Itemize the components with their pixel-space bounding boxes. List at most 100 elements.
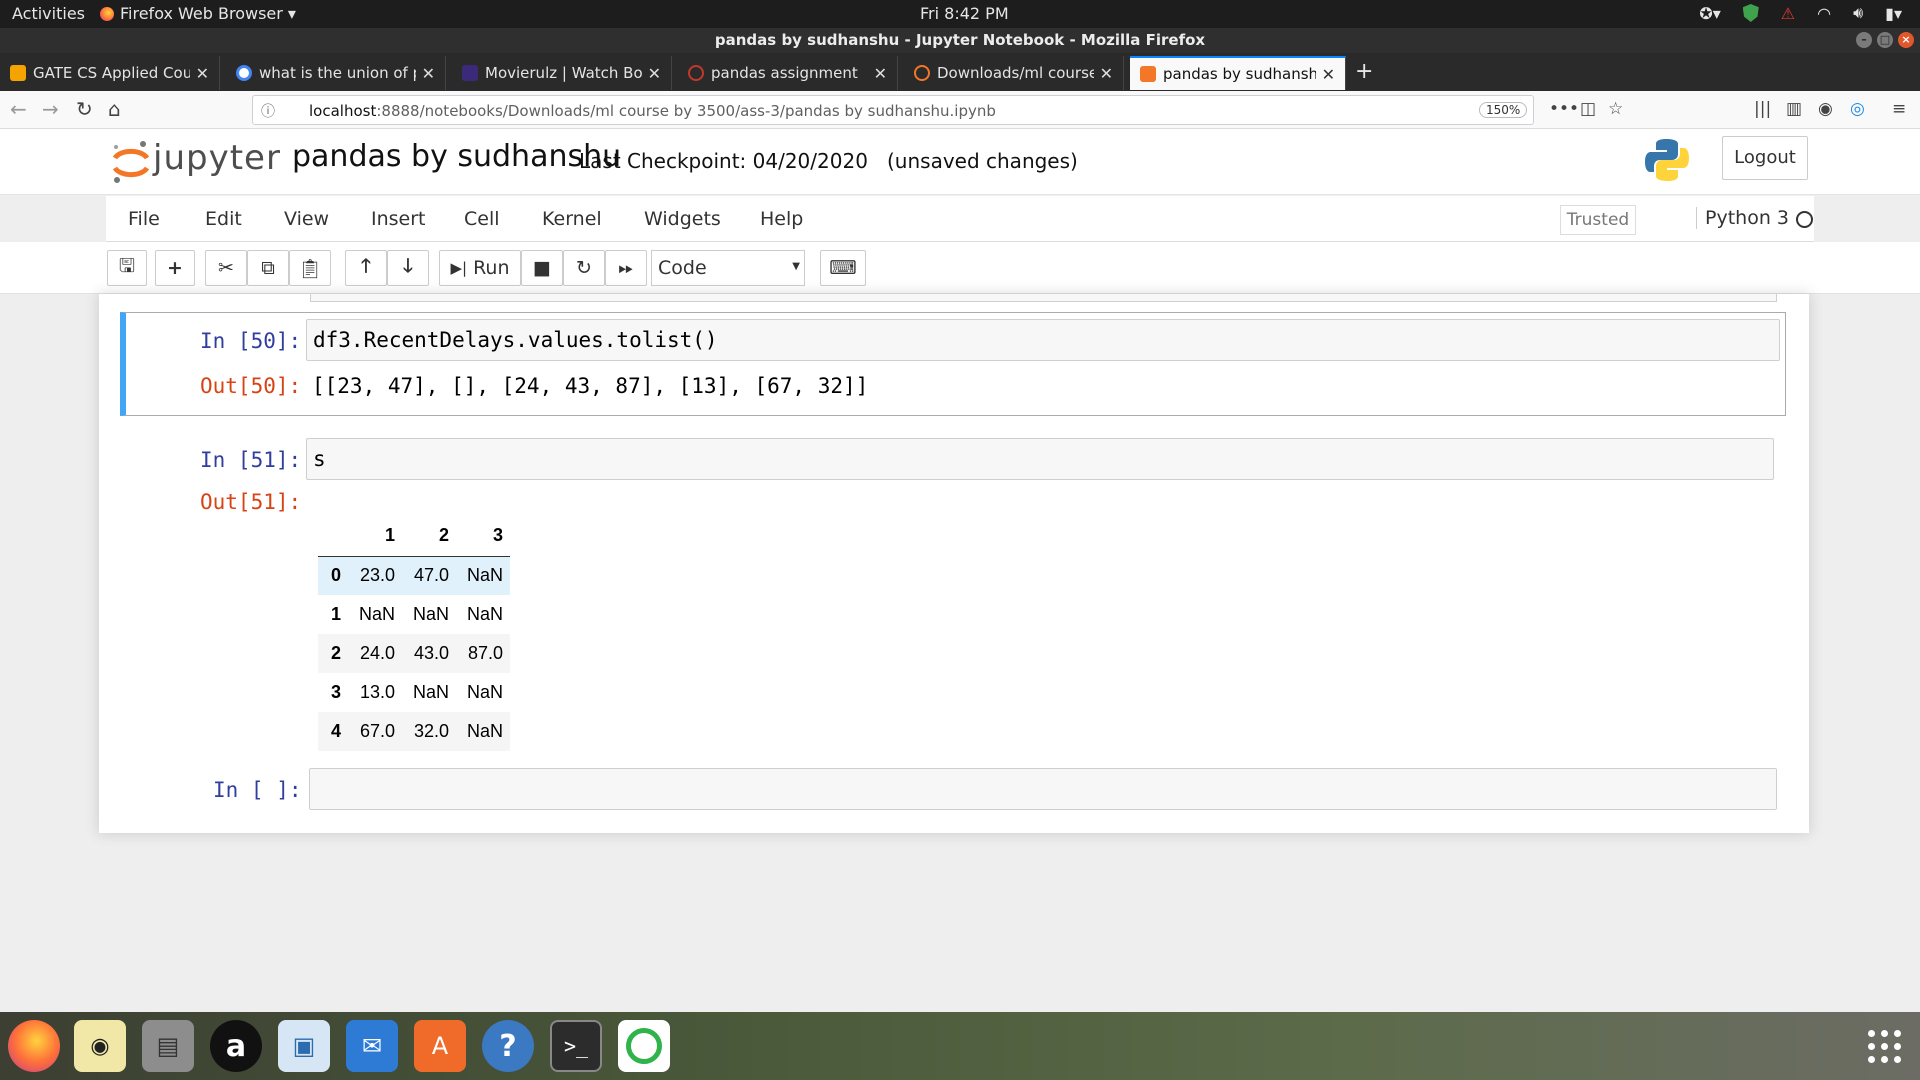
back-icon[interactable]: ←	[10, 97, 27, 121]
clock[interactable]: Fri 8:42 PM	[920, 4, 1009, 23]
close-icon[interactable]: ×	[1898, 32, 1914, 48]
image-viewer-icon[interactable]: ▣	[278, 1020, 330, 1072]
wifi-icon[interactable]: ◠	[1817, 4, 1831, 23]
reload-icon[interactable]: ↻	[76, 97, 93, 121]
files-icon[interactable]: ▤	[142, 1020, 194, 1072]
page-actions-icon[interactable]: •••	[1549, 99, 1579, 119]
run-icon: ▶︎|	[450, 259, 468, 277]
terminal-icon[interactable]: >_	[550, 1020, 602, 1072]
tab-close-icon[interactable]: ✕	[196, 64, 209, 83]
menu-widgets[interactable]: Widgets	[644, 208, 721, 230]
menu-edit[interactable]: Edit	[205, 208, 242, 230]
move-down-button[interactable]: 🡓	[387, 250, 429, 286]
security-shield-icon[interactable]	[1742, 4, 1759, 22]
previous-cell-input[interactable]	[310, 294, 1777, 302]
table-cell: 23.0	[359, 565, 395, 586]
battery-icon[interactable]: ▮▾	[1885, 4, 1902, 23]
ring-app-icon[interactable]	[618, 1020, 670, 1072]
browser-tab-active[interactable]: pandas by sudhanshu - Ju ✕	[1130, 56, 1346, 90]
restart-button[interactable]: ↻	[563, 250, 605, 286]
code-cell-empty[interactable]: In [ ]:	[120, 754, 1786, 814]
rhythmbox-icon[interactable]: ◉	[74, 1020, 126, 1072]
tab-close-icon[interactable]: ✕	[1322, 65, 1335, 84]
help-icon[interactable]: ?	[482, 1020, 534, 1072]
code-input[interactable]: df3.RecentDelays.values.tolist()	[306, 319, 1780, 361]
interrupt-button[interactable]: ■	[521, 250, 563, 286]
menu-help[interactable]: Help	[760, 208, 803, 230]
browser-tab[interactable]: GATE CS Applied Course ✕	[0, 56, 220, 90]
cut-button[interactable]: ✂	[205, 250, 247, 286]
hamburger-menu-icon[interactable]: ≡	[1892, 99, 1906, 119]
activities-button[interactable]: Activities	[12, 4, 85, 23]
column-header: 2	[402, 516, 456, 557]
library-icon[interactable]: |||	[1754, 99, 1771, 119]
tab-close-icon[interactable]: ✕	[1100, 64, 1113, 83]
tab-label: what is the union of posi	[259, 64, 416, 82]
row-index: 4	[330, 721, 341, 741]
bookmark-star-icon[interactable]: ☆	[1608, 99, 1623, 119]
software-center-icon[interactable]: A	[414, 1020, 466, 1072]
code-cell-selected[interactable]: In [50]: df3.RecentDelays.values.tolist(…	[120, 312, 1786, 416]
logout-button[interactable]: Logout	[1722, 136, 1808, 180]
code-input[interactable]: s	[306, 438, 1774, 480]
amazon-icon[interactable]: a	[210, 1020, 262, 1072]
tab-close-icon[interactable]: ✕	[874, 64, 887, 83]
firefox-icon[interactable]	[8, 1020, 60, 1072]
browser-tab[interactable]: pandas assignment ✕	[678, 56, 898, 90]
maximize-icon[interactable]: □	[1877, 32, 1893, 48]
save-button[interactable]: 🖫	[107, 250, 147, 286]
table-cell: 43.0	[413, 643, 449, 663]
url-bar[interactable]: ⓘ localhost:8888/notebooks/Downloads/ml …	[252, 95, 1534, 125]
menu-kernel[interactable]: Kernel	[542, 208, 602, 230]
run-button[interactable]: ▶︎| Run	[439, 250, 521, 286]
volume-icon[interactable]: 🔊︎	[1853, 3, 1863, 23]
trusted-indicator[interactable]: Trusted	[1560, 205, 1636, 235]
pocket-icon[interactable]: ◫	[1580, 99, 1596, 119]
tab-close-icon[interactable]: ✕	[648, 64, 661, 83]
thunderbird-icon[interactable]: ✉	[346, 1020, 398, 1072]
accessibility-icon[interactable]: ✪▾	[1699, 4, 1720, 23]
kernel-name[interactable]: Python 3	[1696, 207, 1789, 229]
home-icon[interactable]: ⌂	[108, 97, 121, 121]
site-info-icon[interactable]: ⓘ	[261, 101, 275, 121]
browser-tab[interactable]: Downloads/ml course by ✕	[904, 56, 1124, 90]
command-palette-button[interactable]: ⌨	[820, 250, 866, 286]
table-cell: NaN	[358, 604, 395, 624]
restart-run-all-button[interactable]: ⏩︎	[605, 250, 647, 286]
notebook-name[interactable]: pandas by sudhanshu	[292, 139, 621, 174]
copy-button[interactable]: ⧉	[247, 250, 289, 286]
warning-icon[interactable]: ⚠	[1781, 4, 1795, 23]
table-cell: NaN	[466, 604, 503, 624]
code-cell[interactable]: In [51]: s Out[51]: 1 2 3 0 23.0 47.0 Na…	[120, 424, 1786, 764]
table-cell: NaN	[466, 682, 503, 702]
menu-view[interactable]: View	[284, 208, 329, 230]
notebook-toolbar: 🖫 + ✂ ⧉ 📋︎ 🡑 🡓 ▶︎| Run ■ ↻ ⏩︎ Code ▼ ⌨	[0, 242, 1920, 294]
new-tab-icon[interactable]: +	[1355, 59, 1373, 84]
code-input[interactable]	[309, 768, 1777, 810]
tab-label: GATE CS Applied Course	[33, 64, 190, 82]
menu-insert[interactable]: Insert	[371, 208, 426, 230]
minimize-icon[interactable]: –	[1856, 32, 1872, 48]
tab-close-icon[interactable]: ✕	[422, 64, 435, 83]
paste-button[interactable]: 📋︎	[289, 250, 331, 286]
cut-icon: ✂	[218, 257, 234, 279]
jupyter-logo-icon[interactable]	[110, 138, 152, 186]
zoom-indicator[interactable]: 150%	[1479, 102, 1528, 118]
save-icon: 🖫	[118, 255, 136, 277]
cell-type-select[interactable]: Code ▼	[651, 250, 805, 286]
browser-tab[interactable]: what is the union of posi ✕	[226, 56, 446, 90]
menu-cell[interactable]: Cell	[464, 208, 500, 230]
url-text[interactable]: localhost:8888/notebooks/Downloads/ml co…	[309, 102, 996, 120]
show-applications-icon[interactable]	[1868, 1030, 1902, 1064]
forward-icon[interactable]: →	[42, 97, 59, 121]
loading-icon	[688, 65, 704, 81]
row-index: 1	[330, 604, 341, 624]
menu-file[interactable]: File	[128, 208, 160, 230]
insert-cell-button[interactable]: +	[155, 250, 195, 286]
app-menu[interactable]: Firefox Web Browser ▾	[100, 4, 296, 23]
move-up-button[interactable]: 🡑	[345, 250, 387, 286]
extension-icon[interactable]: ◎	[1850, 99, 1865, 119]
sidebar-icon[interactable]: ▥	[1786, 99, 1802, 119]
browser-tab[interactable]: Movierulz | Watch Bollyw ✕	[452, 56, 672, 90]
extension-icon[interactable]: ◉	[1818, 99, 1833, 119]
